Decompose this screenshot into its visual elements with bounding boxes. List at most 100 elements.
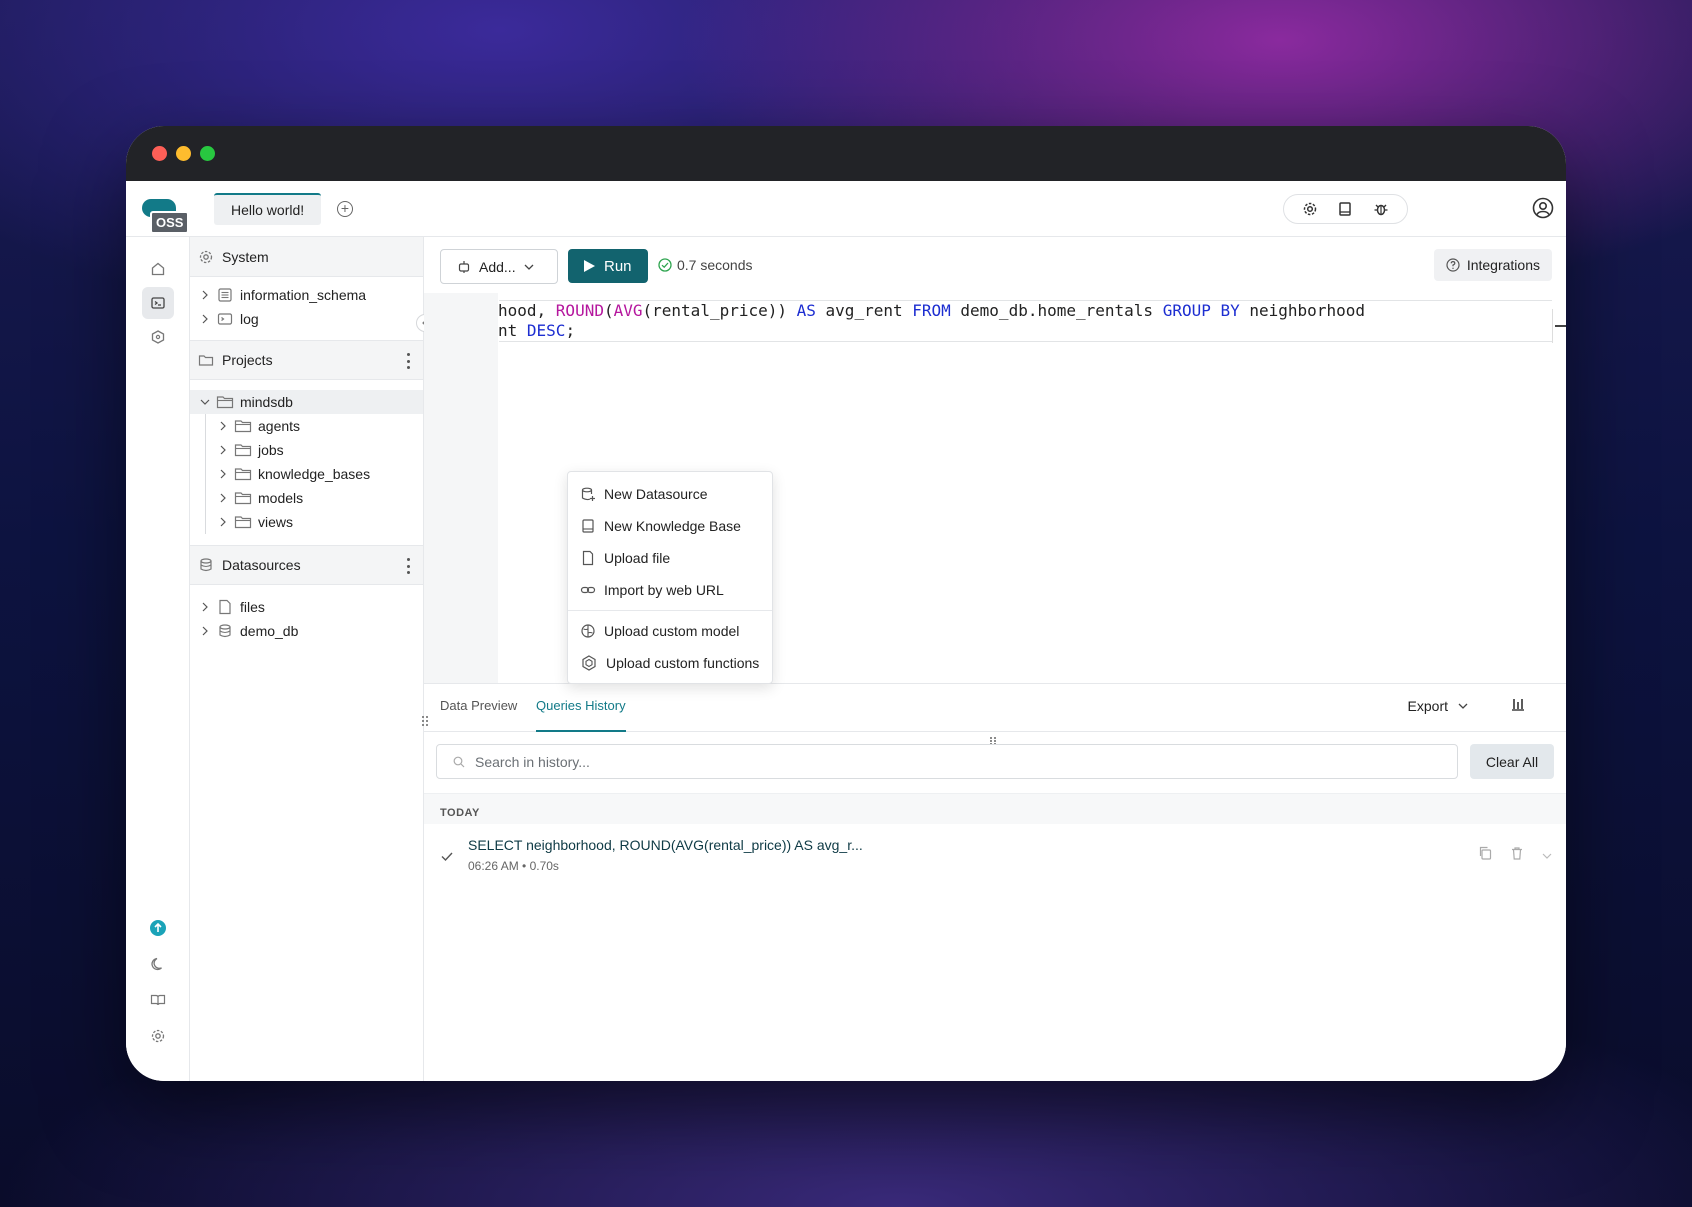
copy-icon[interactable] <box>1478 846 1492 865</box>
projects-more-icon[interactable] <box>407 353 411 369</box>
chevron-down-icon[interactable] <box>1542 847 1552 865</box>
menu-item-new-knowledge-base[interactable]: New Knowledge Base <box>568 510 772 542</box>
settings-gear-icon[interactable] <box>1301 200 1319 218</box>
datasources-more-icon[interactable] <box>407 558 411 574</box>
tree-node-demo-db[interactable]: demo_db <box>190 619 423 643</box>
menu-item-label: Upload custom model <box>604 623 740 639</box>
file-icon <box>216 598 234 616</box>
clear-all-button[interactable]: Clear All <box>1470 744 1554 779</box>
menu-item-upload-custom-functions[interactable]: Upload custom functions <box>568 647 772 679</box>
tree-node-views[interactable]: views <box>190 510 423 534</box>
tree-node-models[interactable]: models <box>190 486 423 510</box>
models-network-icon[interactable] <box>142 321 174 353</box>
chevron-right-icon[interactable] <box>200 290 210 300</box>
system-section-header[interactable]: System <box>190 237 423 277</box>
menu-item-new-datasource[interactable]: New Datasource <box>568 478 772 510</box>
chevron-right-icon[interactable] <box>218 517 228 527</box>
menu-item-label: New Datasource <box>604 486 708 502</box>
menu-item-upload-file[interactable]: Upload file <box>568 542 772 574</box>
chevron-right-icon[interactable] <box>218 445 228 455</box>
menu-separator <box>568 610 772 611</box>
chevron-right-icon[interactable] <box>218 421 228 431</box>
file-icon <box>582 550 594 566</box>
add-plug-icon <box>458 260 470 273</box>
menu-item-label: Upload file <box>604 550 671 566</box>
menu-item-label: Upload custom functions <box>606 655 760 671</box>
history-search <box>436 744 1458 779</box>
tree-node-jobs[interactable]: jobs <box>190 438 423 462</box>
search-icon <box>453 756 465 767</box>
history-item[interactable]: SELECT neighborhood, ROUND(AVG(rental_pr… <box>424 824 1566 880</box>
run-button[interactable]: Run <box>568 249 648 283</box>
chart-bar-icon[interactable] <box>1510 696 1526 712</box>
folder-icon <box>198 355 214 366</box>
integrations-label: Integrations <box>1466 257 1540 273</box>
tree-node-files[interactable]: files <box>190 595 423 619</box>
help-question-icon <box>1446 258 1460 272</box>
hexagon-icon <box>582 655 596 671</box>
menu-item-label: New Knowledge Base <box>604 518 741 534</box>
projects-section-header[interactable]: Projects <box>190 340 423 380</box>
bug-icon[interactable] <box>1372 200 1390 218</box>
export-label: Export <box>1407 698 1448 714</box>
tree-node-label: information_schema <box>240 287 367 303</box>
app-window: OSS Hello world! + System information_sc… <box>126 126 1566 1081</box>
upgrade-arrow-icon[interactable] <box>142 912 174 944</box>
terminal-icon <box>216 310 234 328</box>
tab-queries-history[interactable]: Queries History <box>536 698 626 732</box>
docs-open-book-icon[interactable] <box>142 984 174 1016</box>
tree-node-log[interactable]: log <box>190 307 423 331</box>
tool-group <box>1283 194 1408 224</box>
table-icon <box>216 286 234 304</box>
close-window-button[interactable] <box>152 146 167 161</box>
add-tab-button[interactable]: + <box>337 201 353 217</box>
tree-node-agents[interactable]: agents <box>190 414 423 438</box>
history-query[interactable]: SELECT neighborhood, ROUND(AVG(rental_pr… <box>468 837 863 853</box>
database-icon <box>216 622 234 640</box>
tree-node-label: agents <box>258 418 301 434</box>
mindsdb-logo[interactable]: OSS <box>140 199 190 234</box>
home-icon[interactable] <box>142 253 174 285</box>
results-tabs: Data Preview Queries History Export <box>424 684 1566 732</box>
chevron-right-icon[interactable] <box>218 493 228 503</box>
chevron-down-icon[interactable] <box>200 397 210 407</box>
docs-book-icon[interactable] <box>1336 200 1354 218</box>
maximize-window-button[interactable] <box>200 146 215 161</box>
tab-hello-world[interactable]: Hello world! <box>214 193 322 225</box>
chevron-down-icon <box>1458 703 1468 709</box>
sql-editor-icon[interactable] <box>142 287 174 319</box>
mindsdb-children: agents jobs knowledge_bases models views <box>190 414 423 534</box>
user-account-icon[interactable] <box>1532 197 1554 219</box>
history-search-bar: Clear All <box>424 732 1566 794</box>
menu-item-import-url[interactable]: Import by web URL <box>568 574 772 606</box>
editor-scrollbar[interactable] <box>1552 309 1566 343</box>
datasources-section-header[interactable]: Datasources <box>190 545 423 585</box>
tree-node-label: files <box>240 599 265 615</box>
settings-gear-rail-icon[interactable] <box>142 1020 174 1052</box>
system-gear-icon <box>199 250 213 263</box>
tab-data-preview[interactable]: Data Preview <box>440 698 517 713</box>
tree-node-information-schema[interactable]: information_schema <box>190 283 423 307</box>
menu-item-upload-custom-model[interactable]: Upload custom model <box>568 615 772 647</box>
chevron-right-icon[interactable] <box>200 314 210 324</box>
minimize-window-button[interactable] <box>176 146 191 161</box>
schema-tree-panel: System information_schema log Projects m… <box>190 237 424 1081</box>
history-meta: 06:26 AM • 0.70s <box>468 859 559 873</box>
tree-node-knowledge-bases[interactable]: knowledge_bases <box>190 462 423 486</box>
database-icon <box>200 558 212 572</box>
sql-code[interactable]: hood, ROUND(AVG(rental_price)) AS avg_re… <box>498 301 1552 341</box>
code-line-2: nt DESC; <box>498 321 576 340</box>
dark-mode-moon-icon[interactable] <box>142 948 174 980</box>
chevron-right-icon[interactable] <box>200 626 210 636</box>
folder-icon <box>234 417 252 435</box>
export-dropdown[interactable]: Export <box>1408 698 1468 714</box>
integrations-button[interactable]: Integrations <box>1433 249 1552 281</box>
system-section-label: System <box>222 248 269 265</box>
chevron-right-icon[interactable] <box>200 602 210 612</box>
chevron-down-icon <box>524 264 534 270</box>
chevron-right-icon[interactable] <box>218 469 228 479</box>
trash-icon[interactable] <box>1510 846 1524 865</box>
history-search-input[interactable] <box>475 753 1379 770</box>
tree-node-mindsdb[interactable]: mindsdb <box>190 390 423 414</box>
add-dropdown-button[interactable]: Add... <box>440 249 558 284</box>
